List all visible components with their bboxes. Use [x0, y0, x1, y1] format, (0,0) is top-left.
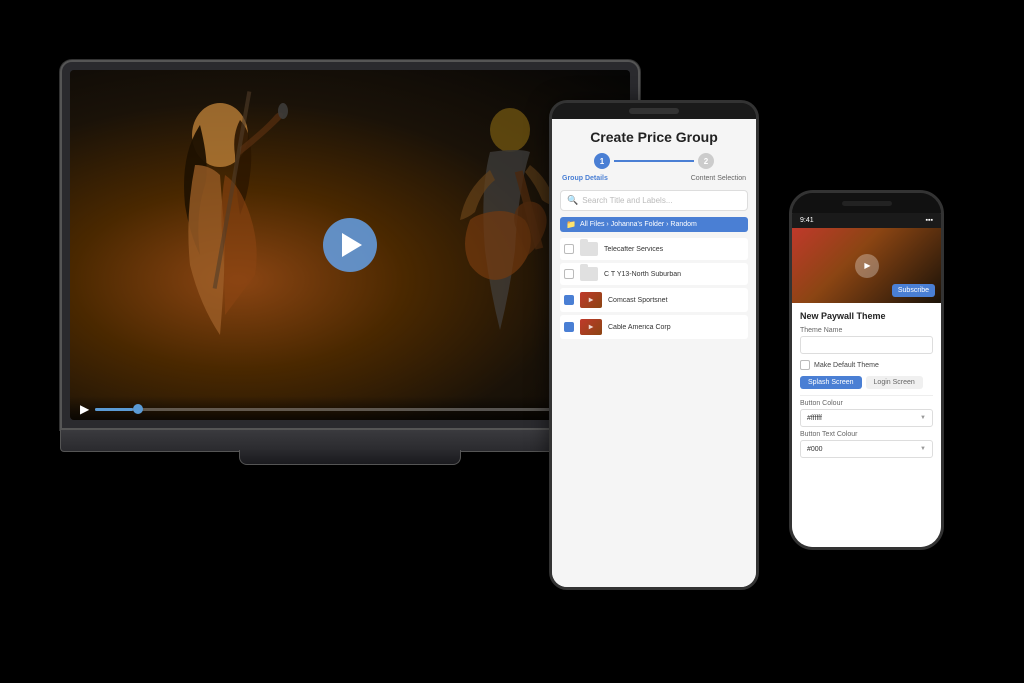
dropdown-arrow-icon-2: ▼ — [920, 446, 926, 452]
file-name-3: Comcast Sportsnet — [608, 297, 744, 304]
file-checkbox-3[interactable] — [564, 295, 574, 305]
list-item[interactable]: C T Y13-North Suburban — [560, 263, 748, 285]
folder-icon-2 — [580, 267, 598, 281]
step-1-label: Group Details — [562, 175, 608, 182]
scene: ▶ 0:06 🔊 ⛶ Create — [0, 0, 1024, 683]
singer-figure — [110, 75, 330, 345]
search-placeholder-text: Search Title and Labels... — [582, 196, 672, 205]
play-icon[interactable]: ▶ — [80, 402, 89, 416]
dropdown-arrow-icon: ▼ — [920, 415, 926, 421]
video-controls: ▶ 0:06 🔊 ⛶ — [70, 396, 630, 420]
file-name-1: Telecafter Services — [604, 246, 744, 253]
make-default-label: Make Default Theme — [814, 362, 879, 369]
phone-video-overlay — [855, 254, 879, 278]
folder-icon — [580, 242, 598, 256]
tablet-notch — [629, 108, 679, 114]
step-1-circle: 1 — [594, 153, 610, 169]
phone-video-preview: Subscribe — [792, 228, 941, 303]
file-checkbox-2[interactable] — [564, 269, 574, 279]
make-default-checkbox[interactable] — [800, 360, 810, 370]
file-checkbox-1[interactable] — [564, 244, 574, 254]
step-line — [614, 160, 694, 162]
phone-section-title: New Paywall Theme — [800, 311, 933, 321]
breadcrumb: 📁 All Files › Johanna's Folder › Random — [560, 217, 748, 232]
tablet-page-title: Create Price Group — [560, 129, 748, 145]
file-list: Telecafter Services C T Y13-North Suburb… — [560, 238, 748, 339]
theme-name-input[interactable] — [800, 336, 933, 354]
progress-bar[interactable] — [95, 408, 567, 411]
step-2-label: Content Selection — [691, 175, 746, 182]
theme-name-label: Theme Name — [800, 327, 933, 334]
phone: 9:41 ▪▪▪ Subscribe New Paywall Theme The… — [789, 190, 944, 550]
phone-cta-button[interactable]: Subscribe — [892, 284, 935, 297]
phone-time: 9:41 — [800, 217, 814, 224]
search-bar[interactable]: 🔍 Search Title and Labels... — [560, 190, 748, 211]
list-item[interactable]: Telecafter Services — [560, 238, 748, 260]
video-thumb-1 — [580, 292, 602, 308]
progress-dot — [133, 404, 143, 414]
video-background: ▶ 0:06 🔊 ⛶ — [70, 70, 630, 420]
phone-content: New Paywall Theme Theme Name Make Defaul… — [792, 303, 941, 547]
button-text-colour-select[interactable]: #000 ▼ — [800, 440, 933, 458]
phone-status-bar: 9:41 ▪▪▪ — [792, 213, 941, 228]
breadcrumb-icon: 📁 — [566, 220, 576, 229]
steps-bar: 1 2 — [560, 153, 748, 169]
tablet-content: Create Price Group 1 2 Group Details Con… — [552, 119, 756, 590]
file-name-2: C T Y13-North Suburban — [604, 271, 744, 278]
login-screen-tab[interactable]: Login Screen — [866, 376, 923, 389]
phone-notch-bar — [842, 201, 892, 206]
button-colour-value: #ffffff — [807, 415, 920, 422]
tablet-notch-area — [552, 103, 756, 119]
progress-fill — [95, 408, 133, 411]
tablet-screen: Create Price Group 1 2 Group Details Con… — [552, 119, 756, 590]
breadcrumb-text: All Files › Johanna's Folder › Random — [580, 221, 697, 228]
file-name-4: Cable America Corp — [608, 324, 744, 331]
list-item[interactable]: Cable America Corp — [560, 315, 748, 339]
phone-play-button[interactable] — [855, 254, 879, 278]
search-icon: 🔍 — [567, 195, 578, 206]
phone-notch — [792, 193, 941, 213]
make-default-row[interactable]: Make Default Theme — [800, 360, 933, 370]
list-item[interactable]: Comcast Sportsnet — [560, 288, 748, 312]
button-text-colour-label: Button Text Colour — [800, 431, 933, 438]
button-colour-label: Button Colour — [800, 400, 933, 407]
tablet: Create Price Group 1 2 Group Details Con… — [549, 100, 759, 590]
screen-tabs: Splash Screen Login Screen — [800, 376, 933, 389]
button-colour-select[interactable]: #ffffff ▼ — [800, 409, 933, 427]
step-labels: Group Details Content Selection — [560, 175, 748, 182]
phone-status-icons: ▪▪▪ — [926, 217, 933, 224]
video-thumb-2 — [580, 319, 602, 335]
splash-screen-tab[interactable]: Splash Screen — [800, 376, 862, 389]
divider-1 — [800, 395, 933, 396]
button-text-colour-value: #000 — [807, 446, 920, 453]
step-2-circle: 2 — [698, 153, 714, 169]
phone-screen: 9:41 ▪▪▪ Subscribe New Paywall Theme The… — [792, 213, 941, 547]
laptop-screen: ▶ 0:06 🔊 ⛶ — [70, 70, 630, 420]
video-play-button[interactable] — [323, 218, 377, 272]
file-checkbox-4[interactable] — [564, 322, 574, 332]
